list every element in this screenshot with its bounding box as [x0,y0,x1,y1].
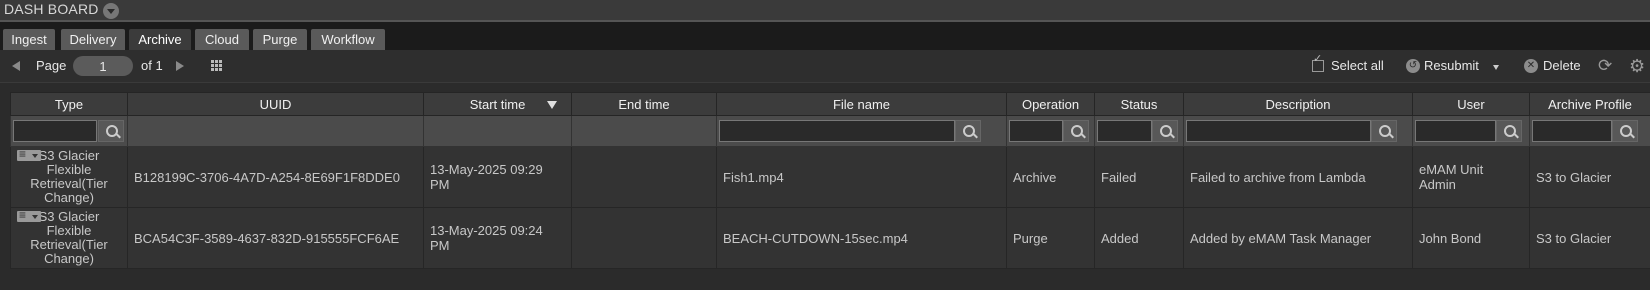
page-count-label: of 1 [141,58,163,73]
filter-row [10,115,1650,147]
uuid-cell: B128199C-3706-4A7D-A254-8E69F1F8DDE0 [127,146,424,208]
prev-page-icon[interactable] [12,61,20,71]
delete-button[interactable]: Delete [1543,50,1581,82]
file-name-filter-input[interactable] [719,120,955,142]
description-cell: Failed to archive from Lambda [1183,146,1413,208]
filter-cell-status [1094,115,1184,147]
archive-profile-filter-search-icon[interactable] [1612,120,1638,142]
refresh-icon[interactable]: ⟳ [1598,57,1612,75]
filter-cell-file-name [716,115,1007,147]
start-time-cell: 13-May-2025 09:24 PM [423,207,572,269]
column-header-type[interactable]: Type [10,92,128,116]
tab-cloud[interactable]: Cloud [195,29,249,50]
description-cell: Added by eMAM Task Manager [1183,207,1413,269]
filter-cell-user [1412,115,1530,147]
tab-bar: Ingest Delivery Archive Cloud Purge Work… [0,22,1650,50]
operation-filter-search-icon[interactable] [1063,120,1089,142]
tab-purge[interactable]: Purge [253,29,307,50]
resubmit-dropdown-icon[interactable] [1493,65,1499,70]
column-header-operation[interactable]: Operation [1006,92,1095,116]
column-header-description[interactable]: Description [1183,92,1413,116]
dashboard-dropdown-icon[interactable] [103,3,119,19]
description-filter-search-icon[interactable] [1371,120,1397,142]
row-menu-icon[interactable] [17,147,41,161]
user-filter-input[interactable] [1415,120,1496,142]
resubmit-button[interactable]: Resubmit [1424,50,1479,82]
column-header-file-name[interactable]: File name [716,92,1007,116]
tab-workflow[interactable]: Workflow [311,29,385,50]
column-header-start-time[interactable]: Start time [423,92,572,116]
user-filter-search-icon[interactable] [1496,120,1522,142]
column-header-end-time[interactable]: End time [571,92,717,116]
user-cell: eMAM Unit Admin [1412,146,1530,208]
filter-cell-type [10,115,128,147]
type-filter-search-icon[interactable] [98,120,124,142]
resubmit-icon: ↺ [1406,59,1420,73]
file-name-cell: Fish1.mp4 [716,146,1007,208]
grid-view-icon[interactable] [211,60,223,72]
archive-profile-filter-input[interactable] [1532,120,1612,142]
column-header-status[interactable]: Status [1094,92,1184,116]
status-filter-search-icon[interactable] [1152,120,1178,142]
file-name-cell: BEACH-CUTDOWN-15sec.mp4 [716,207,1007,269]
tab-delivery[interactable]: Delivery [61,29,125,50]
start-time-cell: 13-May-2025 09:29 PM [423,146,572,208]
settings-icon[interactable]: ⚙ [1629,56,1645,76]
toolbar: Page of 1 Select all ↺ Resubmit ✕ Delete… [0,50,1650,83]
status-filter-input[interactable] [1097,120,1152,142]
archive-profile-cell: S3 to Glacier [1529,207,1650,269]
uuid-cell: BCA54C3F-3589-4637-832D-915555FCF6AE [127,207,424,269]
archive-table: Type UUID Start time End time File name … [10,92,1650,269]
column-header-user[interactable]: User [1412,92,1530,116]
operation-cell: Purge [1006,207,1095,269]
table-row[interactable]: S3 Glacier Flexible Retrieval(Tier Chang… [10,207,1650,269]
operation-filter-input[interactable] [1009,120,1063,142]
tab-archive[interactable]: Archive [129,29,191,50]
select-all-button[interactable]: Select all [1331,50,1384,82]
next-page-icon[interactable] [176,61,184,71]
type-cell: S3 Glacier Flexible Retrieval(Tier Chang… [10,146,128,208]
end-time-cell [571,207,717,269]
column-header-uuid[interactable]: UUID [127,92,424,116]
table-row[interactable]: S3 Glacier Flexible Retrieval(Tier Chang… [10,146,1650,208]
operation-cell: Archive [1006,146,1095,208]
archive-profile-cell: S3 to Glacier [1529,146,1650,208]
column-header-start-time-label: Start time [469,96,526,112]
description-filter-input[interactable] [1186,120,1371,142]
dashboard-title: DASH BOARD [4,1,99,17]
status-cell: Failed [1094,146,1184,208]
filter-cell-operation [1006,115,1095,147]
status-cell: Added [1094,207,1184,269]
sort-descending-icon[interactable] [547,101,557,109]
delete-icon: ✕ [1524,59,1538,73]
row-menu-icon[interactable] [17,208,41,222]
tab-ingest[interactable]: Ingest [3,29,55,50]
column-header-archive-profile[interactable]: Archive Profile [1529,92,1650,116]
filter-cell-end-time [571,115,717,147]
select-all-checkbox-icon[interactable] [1312,52,1324,72]
page-label: Page [36,58,67,73]
filter-cell-start-time [423,115,572,147]
type-filter-input[interactable] [13,120,97,142]
filter-cell-description [1183,115,1413,147]
filter-cell-archive-profile [1529,115,1650,147]
page-number-input[interactable] [73,56,133,76]
filter-cell-uuid [127,115,424,147]
file-name-filter-search-icon[interactable] [955,120,981,142]
dashboard-bar: DASH BOARD [0,0,1650,22]
type-cell: S3 Glacier Flexible Retrieval(Tier Chang… [10,207,128,269]
user-cell: John Bond [1412,207,1530,269]
end-time-cell [571,146,717,208]
